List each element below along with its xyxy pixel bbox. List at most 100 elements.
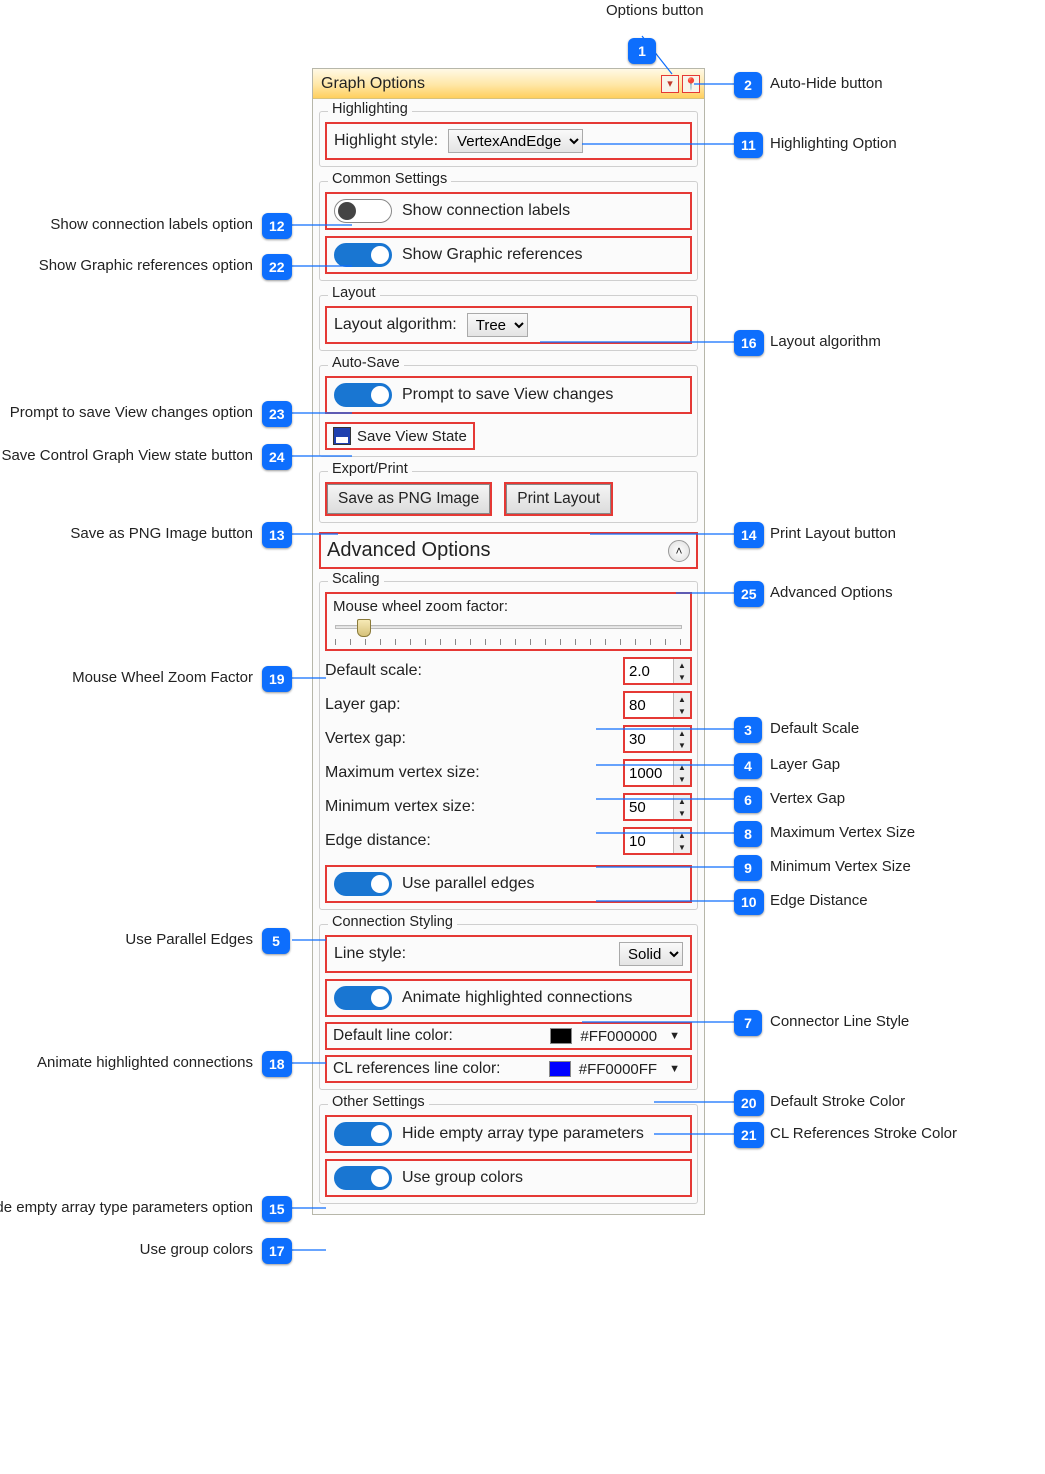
prompt-save-row: Prompt to save View changes [325, 376, 692, 414]
advanced-options-header[interactable]: Advanced Options ˄ [319, 532, 698, 569]
spinner-down-icon[interactable]: ▼ [674, 841, 690, 853]
spinner-down-icon[interactable]: ▼ [674, 705, 690, 717]
chevron-down-icon[interactable]: ▼ [665, 1030, 684, 1042]
mouse-wheel-zoom-slider[interactable] [333, 617, 684, 647]
callout-badge: 10 [734, 889, 764, 915]
callout-text: Hide empty array type parameters option [0, 1199, 253, 1216]
callout-text: Vertex Gap [770, 790, 845, 807]
callout-badge: 6 [734, 787, 762, 813]
export-section: Export/Print Save as PNG Image Print Lay… [319, 471, 698, 523]
edge-distance-row: Edge distance: ▲▼ [325, 827, 692, 855]
parallel-edges-label: Use parallel edges [402, 875, 535, 893]
mouse-wheel-zoom-row: Mouse wheel zoom factor: [325, 592, 692, 651]
callout-badge: 23 [262, 401, 292, 427]
use-group-colors-label: Use group colors [402, 1169, 523, 1187]
callout-badge: 21 [734, 1122, 764, 1148]
callout-text: Mouse Wheel Zoom Factor [72, 669, 253, 686]
callout-text: Advanced Options [770, 584, 893, 601]
save-view-state-label: Save View State [357, 428, 467, 445]
layer-gap-input[interactable] [625, 693, 673, 717]
callout-badge: 4 [734, 753, 762, 779]
callout-badge: 19 [262, 666, 292, 692]
callout-text: Prompt to save View changes option [10, 404, 253, 421]
highlight-style-select[interactable]: VertexAndEdge [448, 129, 583, 153]
line-style-row: Line style: Solid [325, 935, 692, 973]
callout-text: Maximum Vertex Size [770, 824, 915, 841]
slider-thumb[interactable] [357, 619, 371, 637]
chevron-up-icon[interactable]: ˄ [668, 540, 690, 562]
hide-empty-array-toggle[interactable] [334, 1122, 392, 1146]
layer-gap-spinner[interactable]: ▲▼ [623, 691, 692, 719]
cl-line-color-row[interactable]: CL references line color: #FF0000FF ▼ [325, 1055, 692, 1083]
max-vertex-input[interactable] [625, 761, 673, 785]
default-scale-spinner[interactable]: ▲▼ [623, 657, 692, 685]
spinner-down-icon[interactable]: ▼ [674, 671, 690, 683]
default-line-color-row[interactable]: Default line color: #FF000000 ▼ [325, 1022, 692, 1050]
max-vertex-spinner[interactable]: ▲▼ [623, 759, 692, 787]
callout-badge: 11 [734, 132, 763, 158]
callout-text: Layout algorithm [770, 333, 881, 350]
animate-connections-toggle[interactable] [334, 986, 392, 1010]
panel-title: Graph Options [321, 75, 658, 93]
callout-badge: 16 [734, 330, 764, 356]
use-group-colors-toggle[interactable] [334, 1166, 392, 1190]
print-layout-button[interactable]: Print Layout [506, 484, 611, 514]
common-section: Common Settings Show connection labels S… [319, 181, 698, 281]
callout-badge: 13 [262, 522, 292, 548]
vertex-gap-input[interactable] [625, 727, 673, 751]
default-scale-row: Default scale: ▲▼ [325, 657, 692, 685]
cl-line-color-label: CL references line color: [333, 1060, 541, 1078]
show-connection-labels-toggle[interactable] [334, 199, 392, 223]
line-style-select[interactable]: Solid [619, 942, 683, 966]
spinner-up-icon[interactable]: ▲ [674, 829, 690, 841]
callout-text: Connector Line Style [770, 1013, 909, 1030]
callout-badge: 15 [262, 1196, 292, 1222]
callout-badge: 14 [734, 522, 764, 548]
show-connection-labels-label: Show connection labels [402, 202, 570, 220]
prompt-save-toggle[interactable] [334, 383, 392, 407]
animate-connections-row: Animate highlighted connections [325, 979, 692, 1017]
layout-algorithm-select[interactable]: Tree [467, 313, 528, 337]
save-view-state-button[interactable]: Save View State [325, 422, 475, 450]
section-title: Layout [328, 285, 380, 301]
vertex-gap-spinner[interactable]: ▲▼ [623, 725, 692, 753]
advanced-options-label: Advanced Options [327, 539, 490, 562]
show-graphic-references-toggle[interactable] [334, 243, 392, 267]
connection-styling-section: Connection Styling Line style: Solid Ani… [319, 924, 698, 1090]
color-swatch-icon [550, 1028, 572, 1044]
highlight-style-label: Highlight style: [334, 132, 438, 150]
default-scale-input[interactable] [625, 659, 673, 683]
callout-text: Default Scale [770, 720, 859, 737]
min-vertex-input[interactable] [625, 795, 673, 819]
spinner-up-icon[interactable]: ▲ [674, 761, 690, 773]
options-button[interactable]: ▾ [661, 75, 679, 93]
panel-header: Graph Options ▾ 📍 [313, 69, 704, 99]
highlighting-section: Highlighting Highlight style: VertexAndE… [319, 111, 698, 167]
spinner-up-icon[interactable]: ▲ [674, 727, 690, 739]
vertex-gap-row: Vertex gap: ▲▼ [325, 725, 692, 753]
autohide-button[interactable]: 📍 [682, 75, 700, 93]
callout-text: Minimum Vertex Size [770, 858, 911, 875]
color-swatch-icon [549, 1061, 571, 1077]
section-title: Connection Styling [328, 914, 457, 930]
spinner-down-icon[interactable]: ▼ [674, 807, 690, 819]
use-group-colors-row: Use group colors [325, 1159, 692, 1197]
edge-distance-spinner[interactable]: ▲▼ [623, 827, 692, 855]
vertex-gap-label: Vertex gap: [325, 730, 615, 748]
callout-text: Use Parallel Edges [125, 931, 253, 948]
parallel-edges-toggle[interactable] [334, 872, 392, 896]
default-scale-label: Default scale: [325, 662, 615, 680]
callout-badge: 9 [734, 855, 762, 881]
spinner-up-icon[interactable]: ▲ [674, 693, 690, 705]
spinner-up-icon[interactable]: ▲ [674, 659, 690, 671]
spinner-down-icon[interactable]: ▼ [674, 739, 690, 751]
save-png-button[interactable]: Save as PNG Image [327, 484, 490, 514]
layout-algorithm-row: Layout algorithm: Tree [325, 306, 692, 344]
edge-distance-input[interactable] [625, 829, 673, 853]
min-vertex-spinner[interactable]: ▲▼ [623, 793, 692, 821]
spinner-down-icon[interactable]: ▼ [674, 773, 690, 785]
spinner-up-icon[interactable]: ▲ [674, 795, 690, 807]
chevron-down-icon[interactable]: ▼ [665, 1063, 684, 1075]
callout-text: Highlighting Option [770, 135, 897, 152]
layout-algorithm-label: Layout algorithm: [334, 316, 457, 334]
